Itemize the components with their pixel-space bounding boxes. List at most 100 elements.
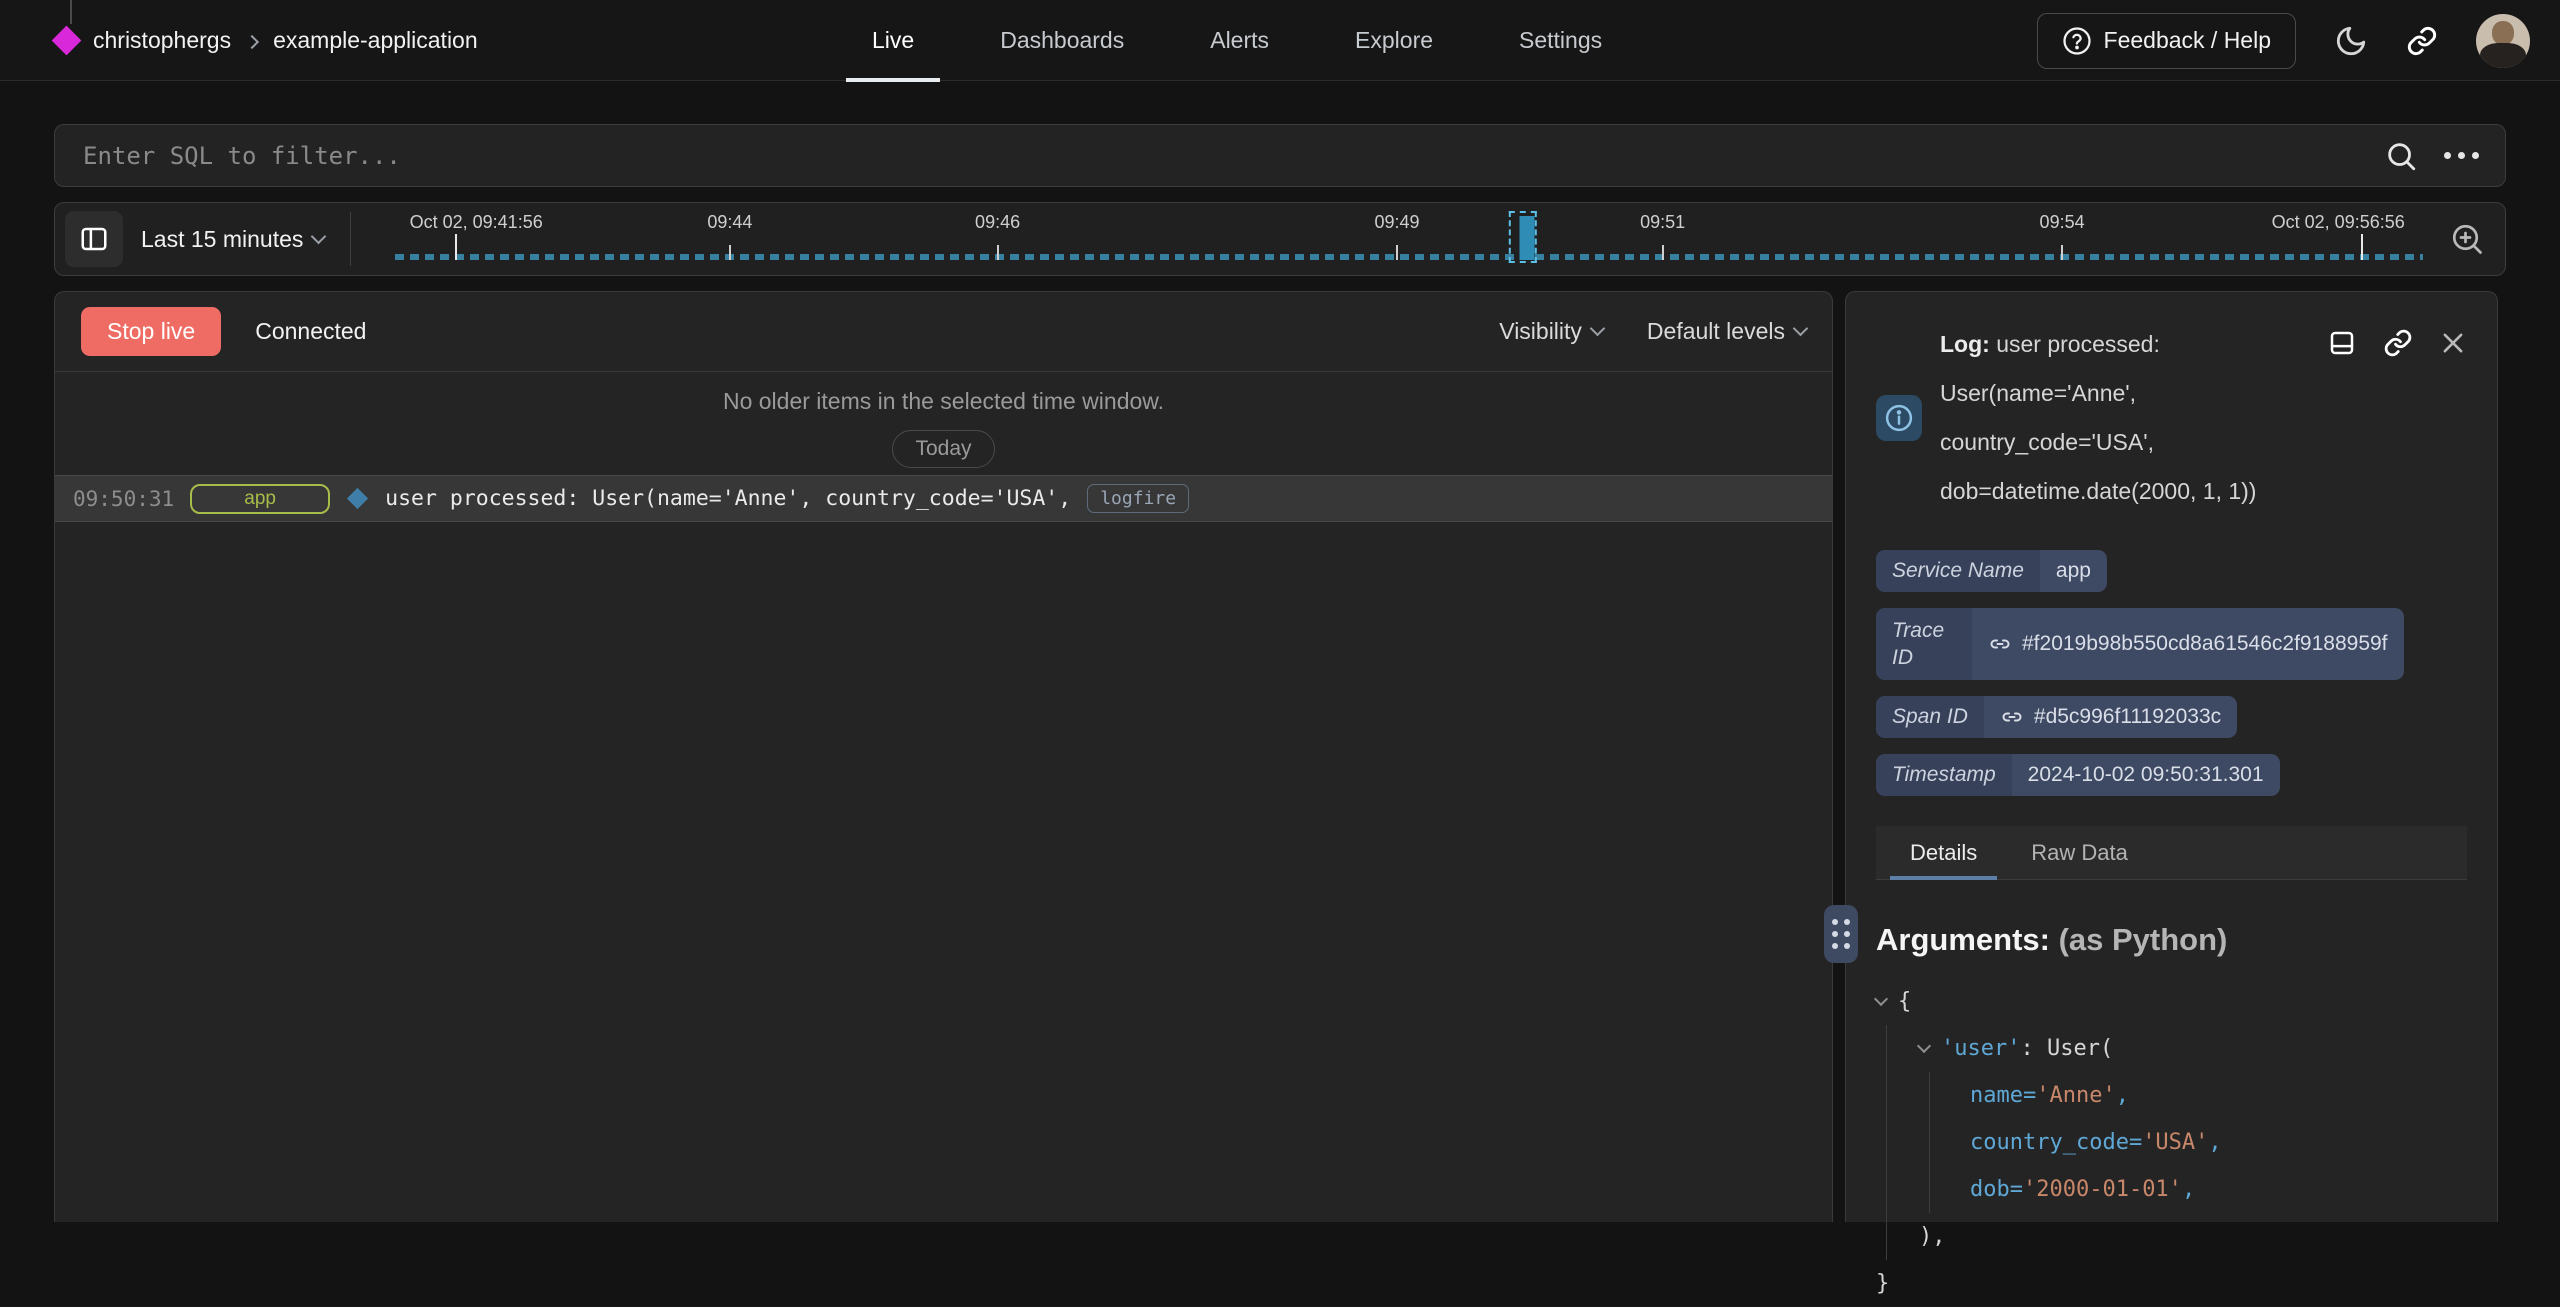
log-row[interactable]: 09:50:31 app user processed: User(name='… [55,475,1832,522]
timeline-tick-label: 09:54 [2040,212,2085,233]
connection-status: Connected [255,318,366,345]
collapse-caret-icon[interactable] [1874,991,1888,1005]
sql-filter-bar [54,124,2506,187]
tab-settings[interactable]: Settings [1493,0,1628,81]
timeline-bar: Last 15 minutes Oct 02, 09:41:56 09:44 0… [54,202,2506,276]
tab-details[interactable]: Details [1890,826,1997,879]
share-link-button[interactable] [2406,25,2438,57]
avatar[interactable] [2476,14,2530,68]
code-arg-value: 'Anne' [2036,1072,2115,1119]
timeline-tick-label: Oct 02, 09:56:56 [2272,212,2405,233]
tab-alerts[interactable]: Alerts [1184,0,1295,81]
grip-dot [1832,919,1838,925]
timeline-tick [1662,245,1664,260]
feedback-help-button[interactable]: Feedback / Help [2037,13,2296,69]
help-circle-icon [2062,26,2092,56]
attribute-list: Service Name app Trace ID #f2019b98b550c… [1876,550,2467,796]
detail-title-prefix: Log: [1940,331,1990,357]
tab-explore[interactable]: Explore [1329,0,1459,81]
attribute-value: 2024-10-02 09:50:31.301 [2012,754,2280,796]
detail-tabs: Details Raw Data [1876,826,2467,880]
timeline-tick-label: 09:46 [975,212,1020,233]
zoom-in-icon [2449,221,2485,257]
visibility-dropdown[interactable]: Visibility [1499,318,1603,345]
grip-dot [1844,931,1850,937]
timeline-tick-label: 09:44 [707,212,752,233]
stop-live-button[interactable]: Stop live [81,307,221,356]
panel-resize-handle[interactable] [1824,905,1858,963]
code-close-brace: } [1876,1260,1889,1307]
dock-panel-button[interactable] [2327,328,2357,358]
link-icon [2000,705,2024,729]
detail-panel: Log: user processed: User(name='Anne', c… [1845,291,2498,1222]
info-level-chip [1876,395,1922,441]
default-levels-dropdown[interactable]: Default levels [1647,318,1806,345]
attribute-value[interactable]: #f2019b98b550cd8a61546c2f9188959f [1972,608,2404,680]
empty-notice: No older items in the selected time wind… [55,372,1832,468]
code-arg-value: '2000-01-01' [2023,1166,2182,1213]
today-button[interactable]: Today [892,430,994,468]
code-arg-line: country_code='USA', [1970,1119,2467,1166]
logfire-badge: logfire [1087,484,1189,513]
span-id-value: #d5c996f11192033c [2034,705,2221,729]
empty-notice-text: No older items in the selected time wind… [55,388,1832,415]
nav-right-controls: Feedback / Help [2037,0,2530,81]
timeline-tick-label: 09:51 [1640,212,1685,233]
attribute-value[interactable]: #d5c996f11192033c [1984,696,2237,738]
breadcrumb-project[interactable]: example-application [273,27,478,54]
time-range-label: Last 15 minutes [141,226,303,253]
attribute-label: Span ID [1876,696,1984,738]
attribute-badge-service-name: Service Name app [1876,550,2107,592]
live-panel-header: Stop live Connected Visibility Default l… [55,292,1832,372]
close-panel-button[interactable] [2439,329,2467,357]
theme-toggle-button[interactable] [2334,24,2368,58]
time-range-dropdown[interactable]: Last 15 minutes [141,226,350,253]
copy-link-button[interactable] [2383,328,2413,358]
detail-actions [2327,328,2467,358]
filter-menu-button[interactable] [2444,152,2479,159]
collapse-caret-icon[interactable] [1917,1038,1931,1052]
attribute-label: Service Name [1876,550,2040,592]
code-arg-line: name='Anne', [1970,1072,2467,1119]
link-icon [1988,632,2012,656]
zoom-in-button[interactable] [2449,221,2485,257]
attribute-badge-span-id: Span ID #d5c996f11192033c [1876,696,2237,738]
code-comma: , [2208,1119,2221,1166]
code-comma: , [2116,1072,2129,1119]
code-arg-name: country_code= [1970,1119,2142,1166]
ellipsis-icon [2444,152,2479,159]
sql-filter-input[interactable] [55,142,2384,170]
breadcrumb-org[interactable]: christophergs [93,27,231,54]
arguments-label: Arguments: [1876,922,2050,957]
timeline-tick [2361,234,2363,260]
tab-dashboards[interactable]: Dashboards [974,0,1150,81]
code-block: { 'user': User( name='Anne', country_cod… [1876,978,2467,1307]
grip-dot [1832,931,1838,937]
main-nav: Live Dashboards Alerts Explore Settings [846,0,1628,81]
code-user-key: 'user' [1941,1025,2020,1072]
timeline-tick-label: Oct 02, 09:41:56 [410,212,543,233]
timeline-tick [729,245,731,260]
log-message: user processed: User(name='Anne', countr… [385,486,1071,511]
tab-live[interactable]: Live [846,0,940,81]
link-icon [2383,328,2413,358]
timeline-tick [455,234,457,260]
code-arg-name: name= [1970,1072,2036,1119]
arguments-format: (as Python) [2059,922,2228,957]
grip-dot [1844,943,1850,949]
timeline-track[interactable]: Oct 02, 09:41:56 09:44 09:46 09:49 09:51… [395,203,2423,275]
tab-raw-data[interactable]: Raw Data [2011,826,2148,879]
search-button[interactable] [2384,139,2418,173]
sidebar-toggle-button[interactable] [65,211,123,267]
info-icon [1884,403,1914,433]
grip-dot [1844,919,1850,925]
default-levels-label: Default levels [1647,318,1785,345]
close-icon [2439,329,2467,357]
timeline-spike-selection [1509,211,1537,263]
code-arg-line: dob='2000-01-01', [1970,1166,2467,1213]
sidebar-toggle-icon [79,224,109,254]
code-open-brace: { [1898,978,1911,1025]
breadcrumb-separator-icon [245,34,259,48]
detail-header: Log: user processed: User(name='Anne', c… [1876,320,2467,516]
attribute-badge-timestamp: Timestamp 2024-10-02 09:50:31.301 [1876,754,2280,796]
